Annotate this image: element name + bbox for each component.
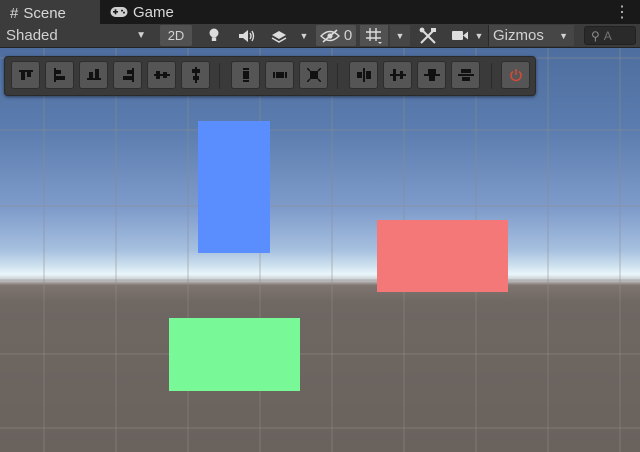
tab-scene[interactable]: # Scene [0,0,100,24]
distribute-vertical-icon [242,68,249,82]
audio-icon[interactable] [236,25,258,46]
power-button[interactable] [501,61,530,89]
search-input[interactable] [603,28,624,43]
red-rectangle[interactable] [377,220,508,292]
align-center-vertical-icon [191,67,200,83]
distribute-center-icon [306,68,321,82]
effects-dropdown-icon[interactable]: ▼ [296,25,312,46]
align-bottom-button[interactable] [79,61,108,89]
tab-game-label: Game [133,3,174,21]
align-bottom-icon [86,69,101,80]
align-left-button[interactable] [45,61,74,89]
tools-icon[interactable] [416,25,440,46]
eye-slash-icon [319,28,340,43]
chevron-down-icon: ▼ [559,30,568,41]
align-top-icon [18,70,33,80]
tab-scene-label: Scene [23,4,66,22]
draw-mode-label: Shaded [6,27,58,44]
gizmos-dropdown[interactable]: Gizmos ▼ [488,25,574,46]
grid-dropdown-icon[interactable]: ▼ [390,25,410,46]
scene-toolbar: Shaded ▼ 2D ▼ 0 ▼ ▼ Gizmos ▼ ⚲ [0,24,640,48]
scene-search-field[interactable]: ⚲ [584,26,636,45]
align-middle-vertical-icon [389,69,406,81]
more-options-icon[interactable]: ⋮ [614,2,630,22]
align-left-icon [53,68,65,82]
align-top-edge-icon [423,69,440,81]
align-top-edge-button[interactable] [417,61,446,89]
separator [337,63,338,89]
align-center-vertical-button[interactable] [181,61,210,89]
scene-viewport[interactable] [0,48,640,452]
grid-toggle[interactable] [360,25,388,46]
scene-visibility-toggle[interactable]: 0 [316,25,356,46]
camera-dropdown-icon[interactable]: ▼ [472,25,486,46]
search-icon: ⚲ [591,28,600,43]
gizmos-label: Gizmos [493,27,544,44]
draw-mode-dropdown[interactable]: Shaded ▼ [2,25,152,46]
align-right-icon [122,68,134,82]
align-top-button[interactable] [11,61,40,89]
tab-game[interactable]: Game [108,0,174,24]
distribute-horizontal-button[interactable] [265,61,294,89]
scene-grid [0,48,640,452]
green-rectangle[interactable] [169,318,300,391]
camera-icon[interactable] [448,25,472,46]
separator [491,63,492,89]
grid-icon [366,27,382,44]
grid-hash-icon: # [10,4,19,22]
hidden-count: 0 [343,27,353,44]
power-icon [509,69,522,82]
distribute-horizontal-icon [272,72,287,78]
align-middle-vertical-button[interactable] [383,61,412,89]
chevron-down-icon: ▼ [136,30,146,41]
lighting-icon[interactable] [204,25,224,46]
blue-rectangle[interactable] [198,121,270,253]
effects-icon[interactable] [268,25,290,46]
alignment-toolbar [4,56,536,96]
mode-2d-toggle[interactable]: 2D [160,25,192,46]
separator [219,63,220,89]
align-middle-horizontal-button[interactable] [349,61,378,89]
distribute-center-button[interactable] [299,61,328,89]
align-center-horizontal-button[interactable] [147,61,176,89]
align-middle-horizontal-icon [356,68,371,82]
distribute-vertical-button[interactable] [231,61,260,89]
align-right-button[interactable] [113,61,142,89]
align-bottom-edge-button[interactable] [451,61,480,89]
align-bottom-edge-icon [457,69,474,81]
gamepad-icon [110,7,128,17]
align-center-horizontal-icon [153,71,170,79]
tab-bar: # Scene Game ⋮ [0,0,640,24]
